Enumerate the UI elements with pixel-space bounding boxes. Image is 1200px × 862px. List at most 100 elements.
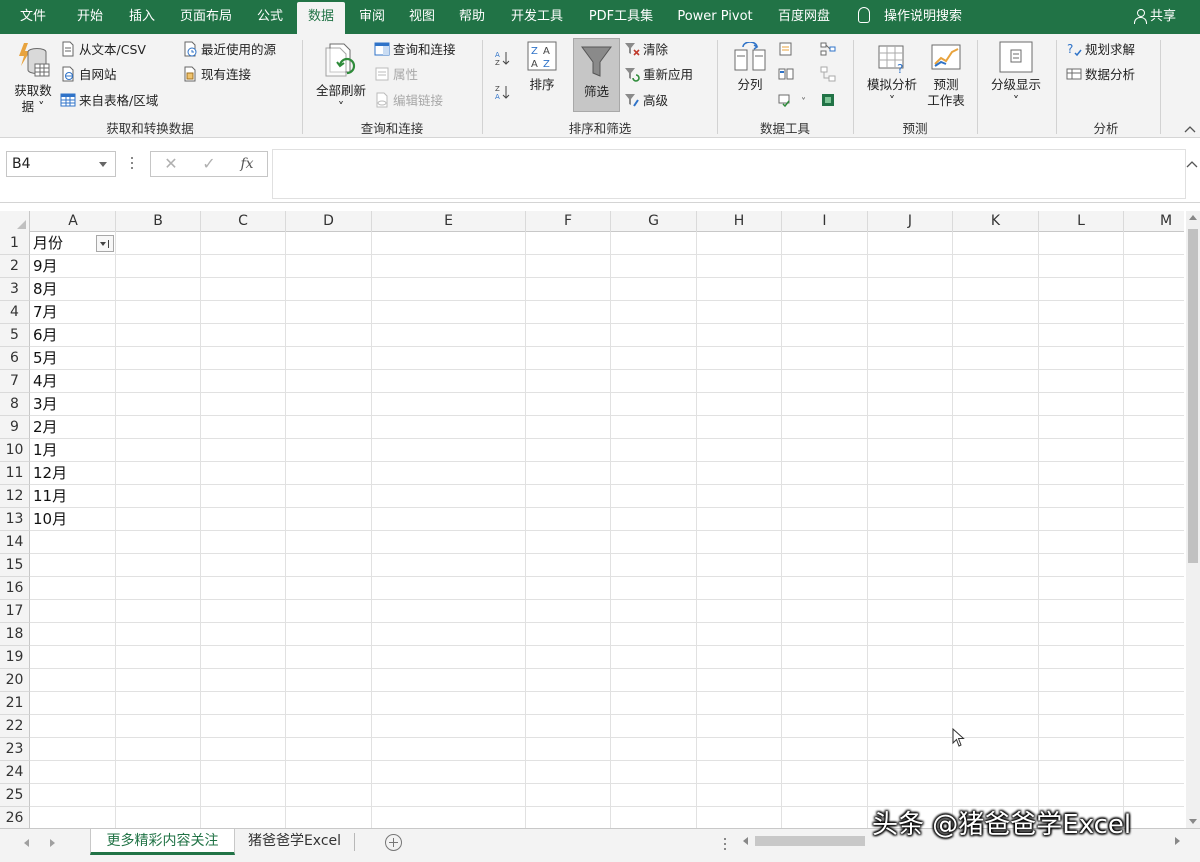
previous-sheet-icon[interactable] [24,839,29,847]
outline-button[interactable]: 分级显示 ˅ [986,40,1046,109]
existing-connections-button[interactable]: 现有连接 [182,64,251,86]
name-box[interactable]: B4 [6,151,116,177]
formula-input[interactable] [272,149,1186,199]
what-if-analysis-button[interactable]: ? 模拟分析 ˅ [862,42,922,109]
row-header[interactable]: 8 [0,393,30,416]
consolidate-button[interactable] [820,39,839,61]
data-analysis-button[interactable]: 数据分析 [1066,64,1135,86]
from-table-range-button[interactable]: 来自表格/区域 [60,90,158,112]
next-sheet-icon[interactable] [50,839,55,847]
flash-fill-button[interactable] [778,39,797,61]
filter-button[interactable]: 筛选 [573,38,620,112]
tab-pdf-tools[interactable]: PDF工具集 [581,0,661,34]
column-header-m[interactable]: M [1124,211,1184,232]
column-header-e[interactable]: E [372,211,526,232]
cell-a12[interactable]: 11月 [31,485,67,507]
column-header-g[interactable]: G [611,211,697,232]
column-header-i[interactable]: I [782,211,868,232]
vertical-scrollbar[interactable] [1186,211,1200,828]
tab-developer[interactable]: 开发工具 [503,0,571,34]
collapse-formula-bar-icon[interactable] [1186,159,1198,169]
cell-a13[interactable]: 10月 [31,508,67,530]
queries-connections-button[interactable]: 查询和连接 [374,39,456,61]
tab-view[interactable]: 视图 [399,0,445,34]
relationships-button[interactable] [820,64,839,86]
cell-a7[interactable]: 4月 [31,370,58,392]
cell-a11[interactable]: 12月 [31,462,67,484]
manage-data-model-button[interactable] [820,90,839,112]
share-button[interactable]: 共享 [1134,0,1176,34]
enter-icon[interactable]: ✓ [197,152,221,176]
scroll-up-icon[interactable] [1189,215,1197,220]
autofilter-dropdown-icon[interactable] [96,235,114,252]
vertical-scroll-thumb[interactable] [1188,229,1198,563]
scroll-left-icon[interactable] [743,837,748,845]
tab-page-layout[interactable]: 页面布局 [172,0,240,34]
scroll-right-icon[interactable] [1175,837,1180,845]
row-header[interactable]: 11 [0,462,30,485]
column-header-a[interactable]: A [31,211,116,232]
row-header[interactable]: 25 [0,784,30,807]
chevron-down-icon[interactable] [99,162,107,167]
tab-insert[interactable]: 插入 [118,0,166,34]
add-sheet-icon[interactable] [385,834,402,851]
row-header[interactable]: 5 [0,324,30,347]
row-header[interactable]: 23 [0,738,30,761]
get-data-button[interactable]: 获取数 据 ˅ [8,40,58,115]
clear-filter-button[interactable]: 清除 [624,39,668,61]
row-header[interactable]: 13 [0,508,30,531]
cell-a9[interactable]: 2月 [31,416,58,438]
row-header[interactable]: 15 [0,554,30,577]
row-header[interactable]: 7 [0,370,30,393]
scroll-down-icon[interactable] [1189,819,1197,824]
cell-a1[interactable]: 月份 [31,232,63,254]
cell-a3[interactable]: 8月 [31,278,58,300]
reapply-button[interactable]: 重新应用 [624,64,693,86]
sort-descending-button[interactable]: ZA [494,82,513,104]
tell-me-search[interactable]: 操作说明搜索 [858,0,962,34]
row-header[interactable]: 14 [0,531,30,554]
grip-icon[interactable] [724,838,728,850]
recent-sources-button[interactable]: 最近使用的源 [182,39,276,61]
from-text-csv-button[interactable]: 从文本/CSV [60,39,146,61]
cell-a6[interactable]: 5月 [31,347,58,369]
row-header[interactable]: 1 [0,232,30,255]
column-header-d[interactable]: D [286,211,372,232]
cell-a2[interactable]: 9月 [31,255,58,277]
row-header[interactable]: 24 [0,761,30,784]
from-web-button[interactable]: 自网站 [60,64,117,86]
row-header[interactable]: 3 [0,278,30,301]
sheet-tab-zhu-baba[interactable]: 猪爸爸学Excel [237,829,352,855]
cell-a8[interactable]: 3月 [31,393,58,415]
tab-file[interactable]: 文件 [8,0,58,34]
row-header[interactable]: 12 [0,485,30,508]
row-header[interactable]: 10 [0,439,30,462]
sort-ascending-button[interactable]: AZ [494,48,513,70]
solver-button[interactable]: ? 规划求解 [1066,39,1135,61]
horizontal-scroll-thumb[interactable] [755,836,865,846]
tab-home[interactable]: 开始 [64,0,116,34]
cell-a5[interactable]: 6月 [31,324,58,346]
tab-help[interactable]: 帮助 [449,0,495,34]
grip-icon[interactable] [131,155,134,173]
text-to-columns-button[interactable]: 分列 [730,41,770,93]
advanced-filter-button[interactable]: 高级 [624,90,668,112]
column-header-f[interactable]: F [526,211,611,232]
row-header[interactable]: 9 [0,416,30,439]
tab-baidu-netdisk[interactable]: 百度网盘 [771,0,837,34]
tab-review[interactable]: 审阅 [349,0,395,34]
column-header-j[interactable]: J [868,211,953,232]
column-header-c[interactable]: C [201,211,286,232]
data-validation-button[interactable]: ˅ [778,90,806,112]
refresh-all-button[interactable]: 全部刷新 ˅ [312,40,370,115]
row-header[interactable]: 22 [0,715,30,738]
row-header[interactable]: 6 [0,347,30,370]
sort-button[interactable]: Z A A Z 排序 [522,40,562,93]
column-header-b[interactable]: B [116,211,201,232]
edit-links-button[interactable]: 编辑链接 [374,90,443,112]
column-header-k[interactable]: K [953,211,1039,232]
select-all-corner[interactable] [0,211,30,232]
tab-data[interactable]: 数据 [297,2,345,34]
column-header-l[interactable]: L [1039,211,1124,232]
collapse-ribbon-icon[interactable] [1184,124,1196,134]
